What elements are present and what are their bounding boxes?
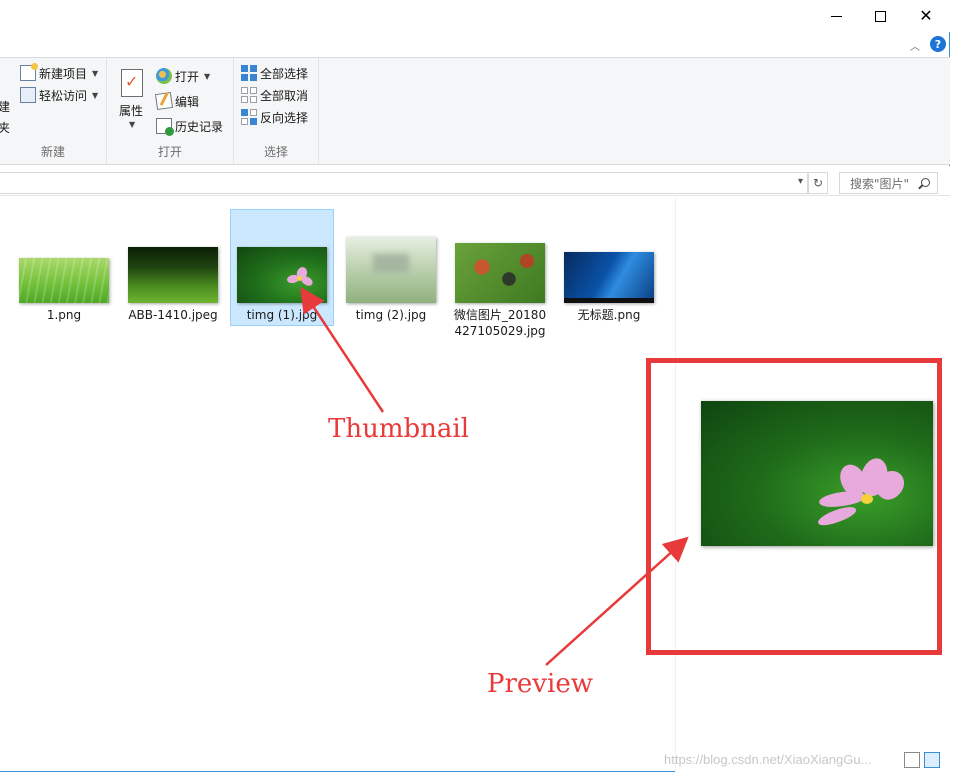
- new-item-button[interactable]: 新建项目 ▼: [20, 63, 98, 83]
- ribbon: 建 夹 新建项目 ▼ 轻松访问 ▼ 新建 打开 属性 ▼ 打开: [0, 57, 950, 165]
- new-item-label: 新建项目: [39, 66, 88, 81]
- maximize-button[interactable]: [857, 0, 903, 32]
- edit-button[interactable]: 编辑: [154, 91, 200, 111]
- close-icon: ✕: [919, 6, 933, 25]
- ribbon-partial-text-bottom: 夹: [0, 120, 11, 135]
- history-icon: [156, 118, 174, 136]
- invert-selection-button[interactable]: 反向选择: [241, 107, 308, 127]
- easy-access-button[interactable]: 轻松访问 ▼: [20, 85, 98, 105]
- preview-highlight-box: [646, 358, 942, 655]
- open-icon: [156, 68, 172, 84]
- file-name: 微信图片_20180427105029.jpg: [453, 308, 547, 338]
- file-name: timg (1).jpg: [246, 308, 318, 322]
- select-all-label: 全部选择: [260, 66, 309, 81]
- group-label-open: 打开: [157, 145, 182, 159]
- select-none-button[interactable]: 全部取消: [241, 85, 308, 105]
- file-thumbnail: [237, 247, 327, 303]
- history-button[interactable]: 历史记录: [156, 116, 223, 136]
- watermark-text: https://blog.csdn.net/XiaoXiangGu...: [664, 752, 872, 767]
- edit-label: 编辑: [175, 94, 200, 109]
- select-all-icon: [241, 65, 257, 81]
- invert-selection-label: 反向选择: [260, 110, 309, 125]
- easy-access-icon: [20, 87, 36, 103]
- open-label: 打开: [175, 69, 200, 84]
- new-item-icon: [20, 63, 38, 81]
- ribbon-group-new: 建 夹 新建项目 ▼ 轻松访问 ▼ 新建: [0, 58, 107, 164]
- refresh-button[interactable]: ↻: [808, 172, 828, 194]
- easy-access-label: 轻松访问: [39, 88, 88, 103]
- search-icon: [921, 178, 930, 187]
- file-item[interactable]: timg (2).jpg: [339, 209, 443, 324]
- view-switcher: [904, 752, 940, 768]
- file-item-selected[interactable]: timg (1).jpg: [230, 209, 334, 326]
- properties-label: 属性: [119, 104, 144, 118]
- file-thumbnail: [128, 247, 218, 303]
- minimize-button[interactable]: [813, 0, 859, 32]
- invert-selection-icon: [241, 109, 257, 125]
- large-icons-view-icon[interactable]: [924, 752, 940, 768]
- file-item[interactable]: 1.png: [12, 209, 116, 324]
- history-label: 历史记录: [175, 119, 224, 134]
- file-name: 1.png: [46, 308, 82, 322]
- file-thumbnail: [455, 243, 545, 303]
- refresh-icon: ↻: [812, 176, 824, 190]
- file-thumbnail: [19, 258, 109, 303]
- select-none-icon: [241, 87, 257, 103]
- file-thumbnail: [564, 252, 654, 303]
- collapse-ribbon-icon[interactable]: ︿: [910, 36, 920, 54]
- group-label-select: 选择: [263, 145, 288, 159]
- address-bar[interactable]: ▾: [0, 172, 808, 194]
- help-icon[interactable]: ?: [930, 36, 946, 52]
- maximize-icon: [874, 10, 886, 22]
- file-name: 无标题.png: [577, 308, 641, 322]
- open-button[interactable]: 打开 ▼: [156, 66, 210, 86]
- minimize-icon: [830, 15, 842, 17]
- chevron-down-icon: ▼: [92, 68, 99, 78]
- chevron-down-icon: ▼: [204, 71, 211, 81]
- select-none-label: 全部取消: [260, 88, 309, 103]
- ribbon-partial-text-top: 建: [0, 99, 11, 114]
- chevron-down-icon: ▼: [92, 90, 99, 100]
- file-item[interactable]: 微信图片_20180427105029.jpg: [448, 209, 552, 359]
- search-placeholder: 搜索"图片": [850, 176, 910, 191]
- search-input[interactable]: 搜索"图片": [839, 172, 938, 194]
- file-thumbnail: [346, 237, 436, 303]
- close-button[interactable]: ✕: [903, 0, 949, 32]
- ribbon-group-select: 全部选择 全部取消 反向选择 选择: [234, 58, 319, 164]
- select-all-button[interactable]: 全部选择: [241, 63, 308, 83]
- group-label-new: 新建: [40, 145, 65, 159]
- preview-annotation-label: Preview: [487, 669, 593, 699]
- file-item[interactable]: 无标题.png: [557, 209, 661, 324]
- edit-icon: [154, 91, 174, 111]
- details-view-icon[interactable]: [904, 752, 920, 768]
- chevron-down-icon: ▼: [129, 120, 136, 129]
- file-name: timg (2).jpg: [355, 308, 427, 322]
- file-item[interactable]: ABB-1410.jpeg: [121, 209, 225, 324]
- file-name: ABB-1410.jpeg: [128, 308, 218, 322]
- chevron-down-icon[interactable]: ▾: [798, 176, 803, 187]
- properties-icon: [121, 69, 143, 97]
- thumbnail-annotation-label: Thumbnail: [328, 414, 470, 444]
- title-bar: ✕ ︿ ?: [0, 0, 950, 53]
